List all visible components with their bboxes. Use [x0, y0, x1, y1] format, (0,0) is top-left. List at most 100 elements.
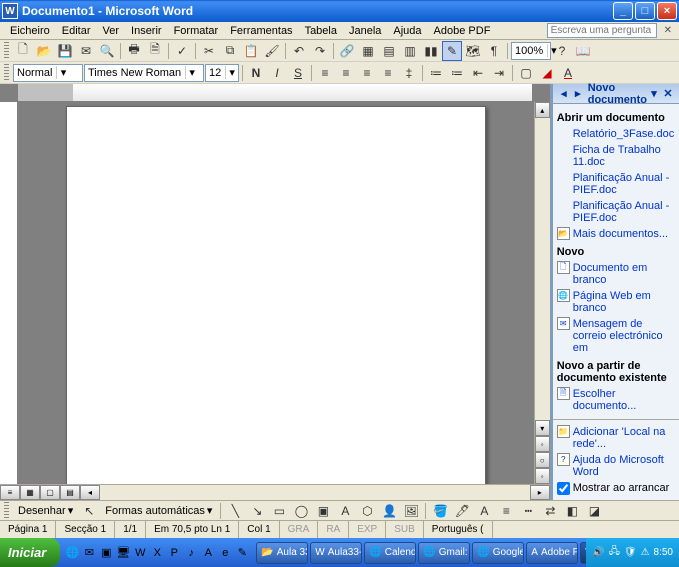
horizontal-scrollbar[interactable]: ≡ ▦ ▢ ▤ ◂ ▸: [0, 484, 550, 500]
hyperlink-icon[interactable]: 🔗: [337, 41, 357, 61]
wordart-icon[interactable]: A: [335, 501, 355, 521]
align-center-icon[interactable]: ≡: [336, 63, 356, 83]
justify-icon[interactable]: ≡: [378, 63, 398, 83]
italic-icon[interactable]: I: [267, 63, 287, 83]
scroll-down-icon[interactable]: ▾: [535, 420, 550, 436]
scroll-right-icon[interactable]: ▸: [530, 485, 550, 500]
toolbar-grip[interactable]: [4, 42, 9, 60]
insert-table-icon[interactable]: ▤: [379, 41, 399, 61]
startup-checkbox[interactable]: [557, 482, 570, 495]
recent-doc[interactable]: Planificação Anual - PIEF.doc: [555, 170, 677, 198]
menu-table[interactable]: Tabela: [299, 24, 343, 38]
read-icon[interactable]: 📖: [573, 41, 593, 61]
toolbar-grip[interactable]: [4, 64, 9, 82]
blank-webpage[interactable]: 🌐Página Web em branco: [555, 288, 677, 316]
bullet-list-icon[interactable]: ≔: [447, 63, 467, 83]
print-view-icon[interactable]: ▢: [40, 485, 60, 500]
borders-icon[interactable]: ▢: [516, 63, 536, 83]
open-icon[interactable]: 📂: [34, 41, 54, 61]
taskpane-close-icon[interactable]: ✕: [661, 87, 675, 101]
3d-icon[interactable]: ◪: [584, 501, 604, 521]
close-button[interactable]: ×: [657, 2, 677, 20]
show-at-startup[interactable]: Mostrar ao arrancar: [555, 480, 677, 496]
font-combo[interactable]: Times New Roman▾: [84, 64, 204, 82]
line-color-icon[interactable]: 🖊: [452, 501, 472, 521]
menu-adobepdf[interactable]: Adobe PDF: [428, 24, 497, 38]
fill-color-icon[interactable]: 🪣: [430, 501, 450, 521]
menu-file[interactable]: Eicheiro: [4, 24, 56, 38]
maximize-button[interactable]: □: [635, 2, 655, 20]
system-tray[interactable]: 🔊 🖧 🛡 ⚠ 8:50: [586, 538, 679, 567]
align-right-icon[interactable]: ≡: [357, 63, 377, 83]
help-icon[interactable]: ?: [552, 41, 572, 61]
start-button[interactable]: Iniciar: [0, 538, 60, 567]
cut-icon[interactable]: ✂: [199, 41, 219, 61]
font-color-icon[interactable]: A: [558, 63, 578, 83]
font-color-icon[interactable]: A: [474, 501, 494, 521]
horizontal-ruler[interactable]: [18, 84, 532, 102]
zoom-combo[interactable]: 100%▾: [511, 42, 551, 60]
line-style-icon[interactable]: ≡: [496, 501, 516, 521]
choose-document[interactable]: 🗎Escolher documento...: [555, 386, 677, 414]
diagram-icon[interactable]: ⬡: [357, 501, 377, 521]
numbered-list-icon[interactable]: ≔: [426, 63, 446, 83]
scroll-up-icon[interactable]: ▴: [535, 102, 550, 118]
textbox-icon[interactable]: ▣: [313, 501, 333, 521]
tray-icon[interactable]: 🛡: [624, 547, 637, 558]
copy-icon[interactable]: ⧉: [220, 41, 240, 61]
rectangle-icon[interactable]: ▭: [269, 501, 289, 521]
recent-doc[interactable]: Relatório_3Fase.doc: [555, 126, 677, 142]
taskpane-dropdown-icon[interactable]: ▾: [647, 87, 661, 101]
next-page-icon[interactable]: ◦: [535, 468, 550, 484]
ask-question-input[interactable]: [547, 23, 657, 38]
mail-icon[interactable]: ✉: [76, 41, 96, 61]
tray-icon[interactable]: 🖧: [609, 544, 620, 561]
print-preview-icon[interactable]: 🗎: [145, 41, 165, 61]
menu-format[interactable]: Formatar: [168, 24, 225, 38]
clipart-icon[interactable]: 👤: [379, 501, 399, 521]
recent-doc[interactable]: Planificação Anual - PIEF.doc: [555, 198, 677, 226]
draw-menu[interactable]: Desenhar ▾: [14, 504, 77, 517]
style-combo[interactable]: Normal▾: [13, 64, 83, 82]
menu-window[interactable]: Janela: [343, 24, 387, 38]
select-browse-icon[interactable]: ○: [535, 452, 550, 468]
spellcheck-icon[interactable]: ✓: [172, 41, 192, 61]
menu-edit[interactable]: Editar: [56, 24, 97, 38]
select-icon[interactable]: ↖: [79, 501, 99, 521]
vertical-ruler[interactable]: [0, 102, 18, 484]
status-language[interactable]: Português (: [424, 521, 493, 538]
status-ra[interactable]: RA: [318, 521, 349, 538]
taskpane-back-icon[interactable]: ◂: [557, 87, 571, 101]
arrow-icon[interactable]: ↘: [247, 501, 267, 521]
decrease-indent-icon[interactable]: ⇤: [468, 63, 488, 83]
menu-tools[interactable]: Ferramentas: [224, 24, 298, 38]
bold-icon[interactable]: N: [246, 63, 266, 83]
menu-insert[interactable]: Inserir: [125, 24, 168, 38]
new-icon[interactable]: 🗋: [13, 41, 33, 61]
arrow-style-icon[interactable]: ⇄: [540, 501, 560, 521]
normal-view-icon[interactable]: ≡: [0, 485, 20, 500]
clock[interactable]: 8:50: [654, 547, 673, 558]
tables-borders-icon[interactable]: ▦: [358, 41, 378, 61]
show-hide-icon[interactable]: ¶: [484, 41, 504, 61]
scroll-left-icon[interactable]: ◂: [80, 485, 100, 500]
menu-help[interactable]: Ajuda: [387, 24, 427, 38]
more-documents[interactable]: 📂Mais documentos...: [555, 226, 677, 242]
tray-icon[interactable]: 🔊: [592, 547, 604, 558]
search-icon[interactable]: 🔍: [97, 41, 117, 61]
document-canvas[interactable]: [18, 102, 534, 484]
recent-doc[interactable]: Ficha de Trabalho 11.doc: [555, 142, 677, 170]
status-sub[interactable]: SUB: [386, 521, 424, 538]
picture-icon[interactable]: 🖼: [401, 501, 421, 521]
line-icon[interactable]: ╲: [225, 501, 245, 521]
undo-icon[interactable]: ↶: [289, 41, 309, 61]
save-icon[interactable]: 💾: [55, 41, 75, 61]
menu-view[interactable]: Ver: [97, 24, 126, 38]
outline-view-icon[interactable]: ▤: [60, 485, 80, 500]
taskpane-fwd-icon[interactable]: ▸: [571, 87, 585, 101]
increase-indent-icon[interactable]: ⇥: [489, 63, 509, 83]
docmap-icon[interactable]: 🗺: [463, 41, 483, 61]
format-painter-icon[interactable]: 🖌: [262, 41, 282, 61]
excel-icon[interactable]: ▥: [400, 41, 420, 61]
redo-icon[interactable]: ↷: [310, 41, 330, 61]
